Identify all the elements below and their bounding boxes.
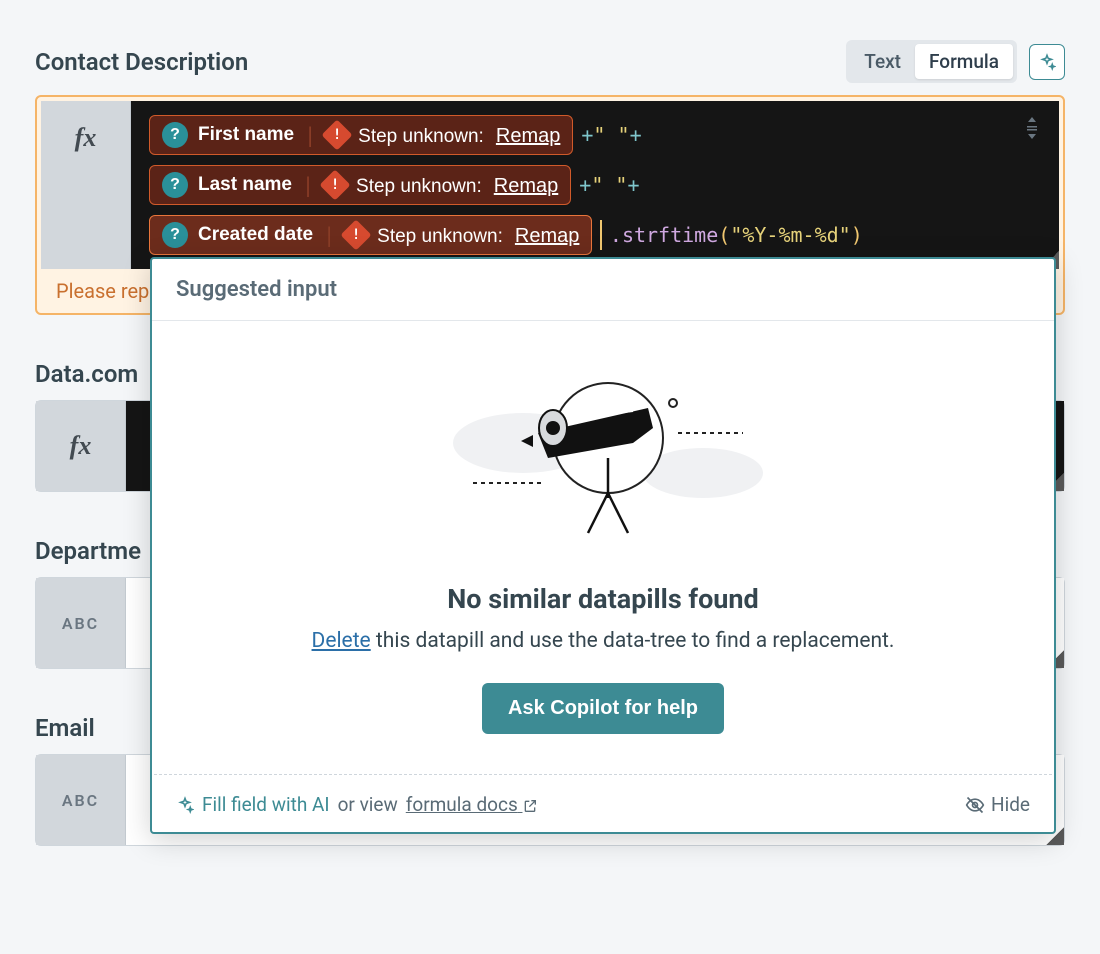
question-icon: ? — [162, 122, 188, 148]
formula-docs-link[interactable]: formula docs — [406, 793, 539, 816]
popover-subtitle: Delete this datapill and use the data-tr… — [194, 629, 1012, 653]
text-cursor — [600, 220, 602, 250]
ai-button[interactable] — [1029, 44, 1065, 80]
popover-header: Suggested input — [152, 259, 1054, 321]
warning-icon: ! — [341, 219, 372, 250]
datapill-last-name[interactable]: ? Last name | ! Step unknown: Remap — [149, 165, 571, 205]
sparkle-icon — [1038, 53, 1056, 71]
field-header-contact: Contact Description Text Formula — [35, 40, 1065, 83]
fill-with-ai-link[interactable]: Fill field with AI — [202, 793, 330, 816]
popover-title: No similar datapills found — [194, 583, 1012, 615]
field-label-contact: Contact Description — [35, 48, 248, 76]
hide-button[interactable]: Hide — [965, 793, 1030, 816]
warning-icon: ! — [319, 169, 350, 200]
toggle-formula[interactable]: Formula — [915, 44, 1013, 79]
question-icon: ? — [162, 222, 188, 248]
external-link-icon — [522, 798, 538, 814]
ask-copilot-button[interactable]: Ask Copilot for help — [482, 683, 724, 734]
datapill-created-date[interactable]: ? Created date | ! Step unknown: Remap — [149, 215, 592, 255]
suggested-input-popover: Suggested input No similar datapills fou… — [150, 257, 1056, 834]
eye-off-icon — [965, 795, 985, 815]
toggle-text[interactable]: Text — [850, 44, 915, 79]
remap-link[interactable]: Remap — [494, 175, 558, 197]
sort-handle-icon[interactable] — [1023, 117, 1041, 144]
remap-link[interactable]: Remap — [515, 225, 579, 247]
question-icon: ? — [162, 172, 188, 198]
telescope-illustration — [423, 373, 783, 543]
delete-link[interactable]: Delete — [312, 629, 371, 653]
formula-editor[interactable]: ? First name | ! Step unknown: Remap +" … — [131, 101, 1059, 269]
mode-toggle: Text Formula — [846, 40, 1017, 83]
abc-slot: ABC — [36, 578, 126, 668]
sparkle-icon — [176, 796, 194, 814]
abc-slot: ABC — [36, 755, 126, 845]
fx-slot: fx — [41, 101, 131, 269]
warning-icon: ! — [322, 119, 353, 150]
fx-slot: fx — [36, 401, 126, 491]
remap-link[interactable]: Remap — [496, 125, 560, 147]
datapill-first-name[interactable]: ? First name | ! Step unknown: Remap — [149, 115, 573, 155]
